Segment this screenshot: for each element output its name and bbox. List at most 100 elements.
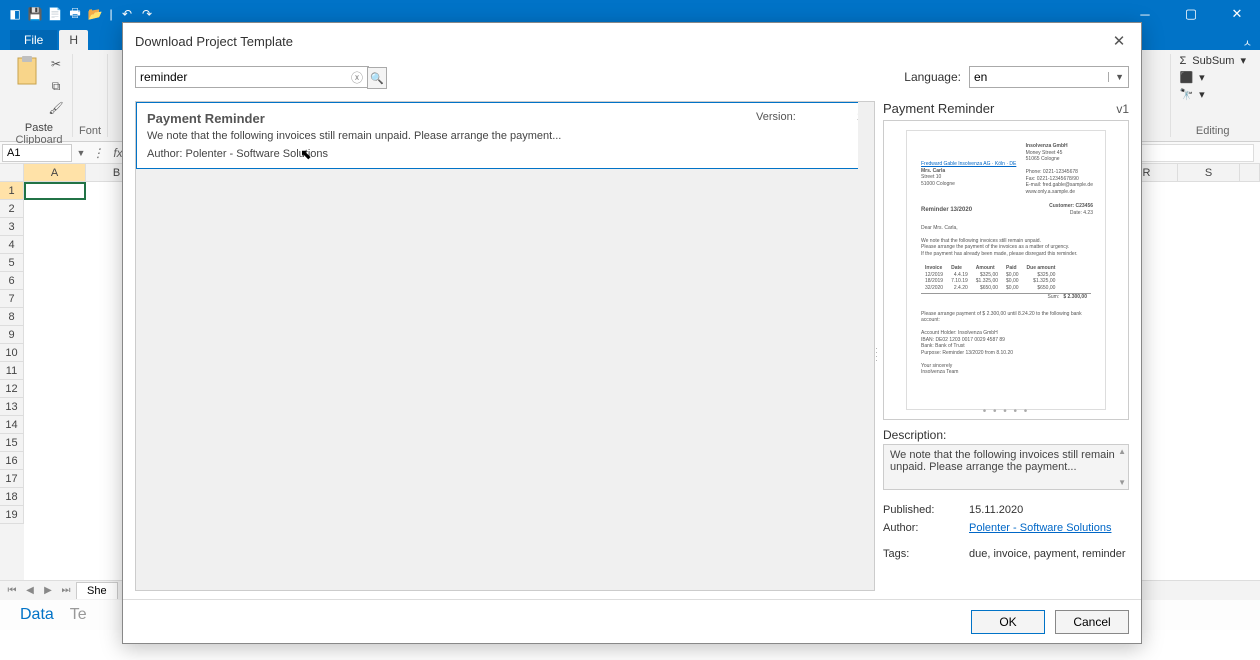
published-label: Published: xyxy=(883,504,969,516)
font-group: Font xyxy=(73,54,108,137)
preview-resize-dots-icon[interactable]: • • • • • xyxy=(884,406,1128,417)
row-header[interactable]: 14 xyxy=(0,416,24,434)
cancel-button[interactable]: Cancel xyxy=(1055,610,1129,634)
cell-reference-input[interactable] xyxy=(2,144,72,162)
format-painter-icon[interactable]: 🖌 xyxy=(46,98,66,118)
row-header[interactable]: 2 xyxy=(0,200,24,218)
row-header[interactable]: 12 xyxy=(0,380,24,398)
row-header[interactable]: 18 xyxy=(0,488,24,506)
sheet-nav-prev-icon[interactable]: ◀ xyxy=(22,585,38,596)
row-header[interactable]: 11 xyxy=(0,362,24,380)
details-title: Payment Reminder xyxy=(883,101,994,116)
data-tab[interactable]: Data xyxy=(20,606,54,624)
row-header[interactable]: 1 xyxy=(0,182,24,200)
ribbon-collapse-icon[interactable]: ㅅ xyxy=(1243,35,1252,50)
desc-scroll-up-icon[interactable]: ▲ xyxy=(1118,447,1126,456)
clipboard-group: ✂ ⧉ 🖌 Paste Clipboard xyxy=(6,54,73,137)
sheet-nav-next-icon[interactable]: ▶ xyxy=(40,585,56,596)
metadata: Published:15.11.2020 Author:Polenter - S… xyxy=(883,498,1129,560)
qa-icon-1[interactable]: ◧ xyxy=(6,5,24,23)
row-header[interactable]: 16 xyxy=(0,452,24,470)
row-header[interactable]: 9 xyxy=(0,326,24,344)
fill-button[interactable]: ⬛ ▾ xyxy=(1179,71,1246,84)
author-link[interactable]: Polenter - Software Solutions xyxy=(969,522,1111,534)
author-label: Author: xyxy=(883,522,969,534)
active-cell[interactable] xyxy=(24,182,86,200)
description-box[interactable]: We note that the following invoices stil… xyxy=(883,444,1129,490)
paste-icon[interactable] xyxy=(12,54,42,88)
details-version: v1 xyxy=(1116,102,1129,116)
desc-scroll-down-icon[interactable]: ▼ xyxy=(1118,478,1126,487)
result-card[interactable]: Payment Reminder Version: 1 We note that… xyxy=(136,102,874,169)
editing-group: ΣSubSum ▾ ⬛ ▾ 🔭 ▾ Editing xyxy=(1170,54,1254,137)
row-header[interactable]: 13 xyxy=(0,398,24,416)
tags-label: Tags: xyxy=(883,548,969,560)
file-tab[interactable]: File xyxy=(10,30,57,50)
magnifier-icon: 🔍 xyxy=(370,72,384,85)
close-window-button[interactable]: ✕ xyxy=(1214,0,1260,28)
fx-icon[interactable]: ⋮ xyxy=(88,146,108,160)
chevron-down-icon: ▼ xyxy=(1108,72,1124,82)
binoculars-icon: 🔭 xyxy=(1179,88,1193,101)
paste-label: Paste xyxy=(25,122,53,134)
home-tab[interactable]: H xyxy=(59,30,88,50)
col-header[interactable]: S xyxy=(1178,164,1240,182)
quick-access-toolbar: ◧ 💾 📄 🖶 📂 | ↶ ↷ xyxy=(0,5,162,23)
maximize-button[interactable]: ▢ xyxy=(1168,0,1214,28)
qa-new-icon[interactable]: 📄 xyxy=(46,5,64,23)
template-preview: Insolvenza GmbH Money Street 45 51065 Co… xyxy=(883,120,1129,420)
row-header[interactable]: 8 xyxy=(0,308,24,326)
language-select[interactable]: en ▼ xyxy=(969,66,1129,88)
find-button[interactable]: 🔭 ▾ xyxy=(1179,88,1246,101)
search-clear-icon[interactable]: ⓧ xyxy=(351,69,363,86)
pane-splitter[interactable]: ···· xyxy=(875,346,878,362)
row-header[interactable]: 5 xyxy=(0,254,24,272)
template-tab[interactable]: Te xyxy=(70,606,87,624)
result-title: Payment Reminder xyxy=(147,111,265,126)
details-pane: ···· Payment Reminder v1 Insolvenza GmbH… xyxy=(883,101,1129,591)
dialog-footer: OK Cancel xyxy=(123,599,1141,643)
dialog-close-button[interactable]: ✕ xyxy=(1109,32,1129,50)
published-value: 15.11.2020 xyxy=(969,504,1023,516)
language-label: Language: xyxy=(904,70,961,84)
row-header[interactable]: 6 xyxy=(0,272,24,290)
qa-sep-icon: | xyxy=(106,5,116,23)
row-header[interactable]: 17 xyxy=(0,470,24,488)
search-go-button[interactable]: 🔍 xyxy=(367,67,387,89)
subsum-button[interactable]: ΣSubSum ▾ xyxy=(1179,54,1246,67)
cellref-dropdown-icon[interactable]: ▼ xyxy=(74,148,88,158)
copy-icon[interactable]: ⧉ xyxy=(46,76,66,96)
tags-value: due, invoice, payment, reminder xyxy=(969,548,1126,560)
row-header[interactable]: 7 xyxy=(0,290,24,308)
qa-redo-icon[interactable]: ↷ xyxy=(138,5,156,23)
font-group-label: Font xyxy=(79,125,101,137)
search-input[interactable] xyxy=(135,66,369,88)
sheet-tab[interactable]: She xyxy=(76,582,118,599)
sheet-nav-first-icon[interactable]: ⏮ xyxy=(4,585,20,596)
search-wrapper: ⓧ 🔍 xyxy=(135,66,389,88)
row-header[interactable]: 3 xyxy=(0,218,24,236)
cut-icon[interactable]: ✂ xyxy=(46,54,66,74)
row-header[interactable]: 10 xyxy=(0,344,24,362)
ok-button[interactable]: OK xyxy=(971,610,1045,634)
download-template-dialog: Download Project Template ✕ ⓧ 🔍 Language… xyxy=(122,22,1142,644)
qa-open-icon[interactable]: 📂 xyxy=(86,5,104,23)
row-header[interactable]: 4 xyxy=(0,236,24,254)
result-description: We note that the following invoices stil… xyxy=(147,130,863,142)
description-label: Description: xyxy=(883,428,1129,442)
row-header[interactable]: 15 xyxy=(0,434,24,452)
row-header[interactable]: 19 xyxy=(0,506,24,524)
qa-print-icon[interactable]: 🖶 xyxy=(66,5,84,23)
sheet-nav-last-icon[interactable]: ⏭ xyxy=(58,585,74,596)
results-pane[interactable]: Payment Reminder Version: 1 We note that… xyxy=(135,101,875,591)
result-author: Author: Polenter - Software Solutions xyxy=(147,148,863,160)
fill-icon: ⬛ xyxy=(1179,71,1193,84)
result-version: Version: 1 xyxy=(756,111,863,123)
select-all-corner[interactable] xyxy=(0,164,24,182)
dialog-title: Download Project Template xyxy=(135,34,293,49)
results-scrollbar[interactable] xyxy=(858,102,874,590)
col-header[interactable]: A xyxy=(24,164,86,182)
language-value: en xyxy=(974,70,987,84)
qa-save-icon[interactable]: 💾 xyxy=(26,5,44,23)
qa-undo-icon[interactable]: ↶ xyxy=(118,5,136,23)
